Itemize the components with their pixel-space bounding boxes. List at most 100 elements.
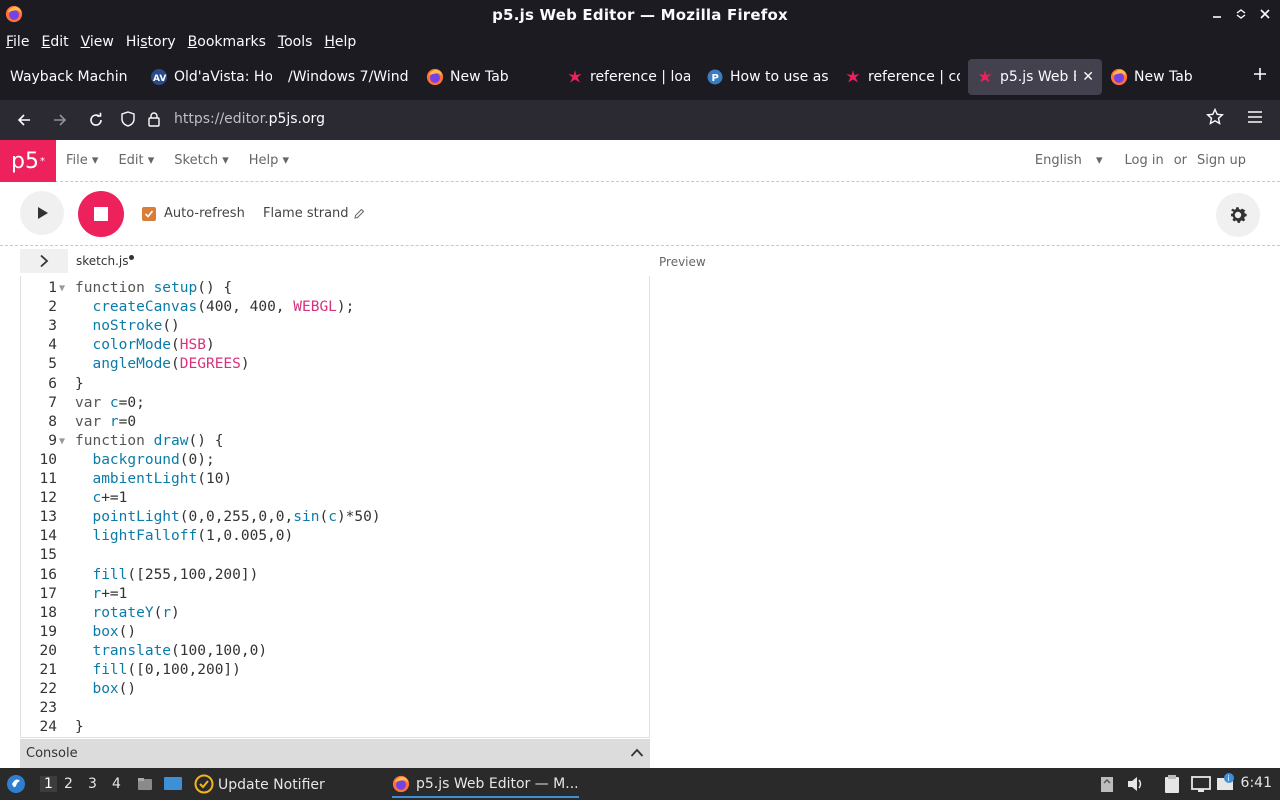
back-button[interactable]	[6, 104, 42, 136]
menu-item-accelerator: H	[324, 34, 335, 50]
code-line: 15	[21, 546, 649, 565]
tab-9[interactable]: New Tab	[1102, 59, 1230, 95]
workspace-2[interactable]: 2	[64, 776, 73, 792]
url-bar[interactable]: https://editor. p5js.org	[120, 104, 1240, 134]
caret-down-icon: ▾	[1095, 153, 1103, 168]
auto-refresh-label: Auto-refresh	[164, 206, 245, 221]
tab-2[interactable]: AV Old'aVista: Ho	[142, 59, 280, 95]
volume-icon[interactable]	[1126, 775, 1146, 793]
auto-refresh-checkbox[interactable]	[142, 206, 156, 221]
p5-logo[interactable]: p5 *	[0, 140, 56, 182]
shield-icon[interactable]	[120, 111, 136, 127]
network-icon[interactable]	[1190, 774, 1212, 794]
play-button[interactable]	[20, 191, 64, 235]
code-text: function draw() {	[75, 432, 223, 451]
svg-text:P: P	[712, 73, 719, 84]
code-text: var c=0;	[75, 394, 145, 413]
menu-item-view[interactable]: View	[81, 34, 114, 50]
notification-icon[interactable]: i	[1215, 772, 1237, 794]
taskbar: 1234 Update Notifier p5.js Web Editor — M…	[0, 768, 1280, 800]
code-text: c+=1	[75, 489, 127, 508]
plus-icon	[1254, 68, 1266, 80]
p5-menu-edit[interactable]: Edit ▾	[118, 153, 154, 168]
code-text: rotateY(r)	[75, 604, 179, 623]
sidebar-toggle-button[interactable]	[20, 249, 68, 273]
forward-button[interactable]	[42, 104, 78, 136]
menu-item-tools[interactable]: Tools	[278, 34, 313, 50]
reload-icon	[90, 112, 102, 126]
p5-menu-sketch[interactable]: Sketch ▾	[174, 153, 228, 168]
bookmark-star-icon[interactable]	[1206, 108, 1224, 126]
workspace-3[interactable]: 3	[88, 776, 97, 792]
removable-drive-icon[interactable]	[1099, 774, 1115, 794]
menu-item-accelerator: V	[80, 34, 90, 50]
tab-7[interactable]: reference | co	[836, 59, 968, 95]
menu-item-help[interactable]: Help	[324, 34, 356, 50]
pencil-icon[interactable]	[353, 208, 365, 220]
file-manager-icon[interactable]	[136, 775, 154, 793]
clipboard-icon[interactable]	[1163, 774, 1181, 794]
code-token: (	[319, 509, 329, 526]
menu-item-label-post: ile	[13, 34, 30, 50]
lock-icon[interactable]	[146, 111, 162, 127]
menu-item-file[interactable]: File	[6, 34, 29, 50]
restore-icon[interactable]	[1234, 6, 1248, 22]
close-window-icon[interactable]	[1258, 6, 1272, 22]
code-line: 21 fill([0,100,200])	[21, 661, 649, 680]
sketch-name[interactable]: Flame strand	[263, 206, 365, 221]
login-link[interactable]: Log in	[1125, 153, 1164, 168]
code-line: 23	[21, 699, 649, 718]
signup-link[interactable]: Sign up	[1197, 153, 1246, 168]
console-panel[interactable]: Console	[20, 739, 650, 768]
workspace-1[interactable]: 1	[40, 776, 57, 792]
line-number: 18	[39, 604, 57, 621]
code-line: 18 rotateY(r)	[21, 604, 649, 623]
stop-button[interactable]	[78, 191, 124, 237]
fold-arrow-icon[interactable]: ▼	[59, 279, 65, 298]
code-text: function setup() {	[75, 279, 232, 298]
code-token: lightFalloff	[92, 528, 198, 545]
task-1[interactable]: Update Notifier	[218, 772, 325, 798]
code-token: var	[75, 413, 110, 430]
hamburger-menu-icon[interactable]	[1247, 110, 1263, 124]
tab-8[interactable]: p5.js Web E ✕	[968, 59, 1102, 95]
reload-button[interactable]	[78, 104, 114, 136]
code-line: 13 pointLight(0,0,255,0,0,sin(c)*50)	[21, 508, 649, 527]
new-tab-button[interactable]	[1252, 66, 1268, 86]
tab-3[interactable]: /Windows 7/Wind	[280, 59, 418, 95]
tab-4[interactable]: New Tab	[418, 59, 558, 95]
tab-label: New Tab	[1134, 69, 1193, 85]
menu-item-edit[interactable]: Edit	[41, 34, 68, 50]
start-menu-icon[interactable]	[6, 774, 26, 794]
task-2[interactable]: p5.js Web Editor — M...	[392, 772, 579, 798]
chevron-up-icon[interactable]	[630, 746, 644, 760]
p5star-favicon-icon	[566, 68, 584, 86]
settings-button[interactable]	[1216, 193, 1260, 237]
code-token: c	[328, 509, 337, 526]
close-tab-icon[interactable]: ✕	[1082, 69, 1094, 85]
p5-menu-help[interactable]: Help ▾	[249, 153, 289, 168]
line-number: 3	[48, 318, 57, 335]
menu-item-bookmarks[interactable]: Bookmarks	[188, 34, 266, 50]
code-editor[interactable]: 1 ▼ function setup() {2 createCanvas(400, …	[20, 276, 650, 738]
code-token: =0;	[118, 394, 145, 411]
code-token: fill	[92, 662, 128, 678]
tab-label: reference | loa	[590, 69, 690, 85]
language-dropdown[interactable]: English ▾	[1025, 153, 1103, 168]
code-token: (100,100,0)	[171, 642, 268, 659]
line-number: 1	[48, 280, 57, 296]
file-tab-sketch-js[interactable]: sketch.js	[76, 254, 135, 268]
fold-arrow-icon[interactable]: ▼	[59, 432, 65, 451]
auto-refresh-toggle[interactable]: Auto-refresh	[142, 206, 245, 221]
tab-6[interactable]: P How to use as	[698, 59, 836, 95]
minimize-icon[interactable]	[1210, 6, 1224, 22]
workspace-4[interactable]: 4	[112, 776, 121, 792]
p5-menu-file[interactable]: File ▾	[66, 153, 98, 168]
menu-item-history[interactable]: History	[126, 34, 176, 50]
desktop-icon[interactable]	[163, 775, 183, 793]
tab-5[interactable]: reference | loa	[558, 59, 698, 95]
code-text: ambientLight(10)	[75, 470, 232, 489]
tab-1[interactable]: Wayback Machin	[2, 59, 142, 95]
